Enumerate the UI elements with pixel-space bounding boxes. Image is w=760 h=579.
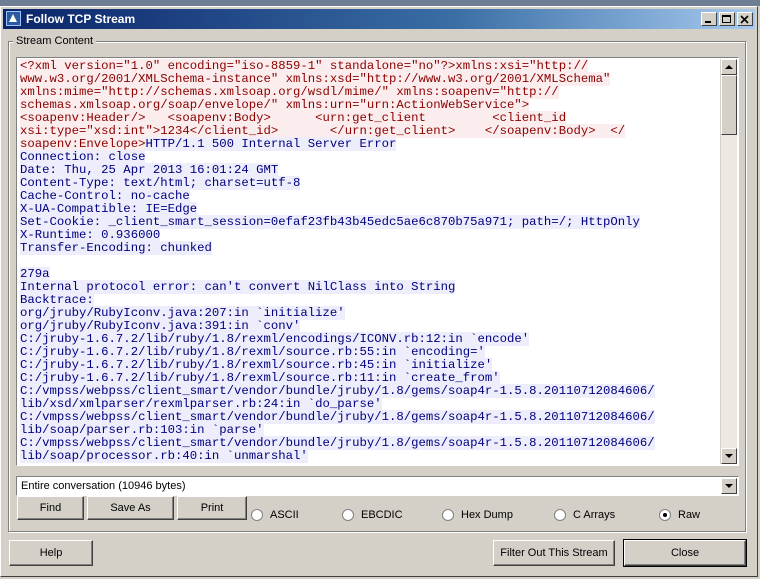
conversation-dropdown-button[interactable]: [721, 478, 737, 494]
server-text: 279a: [20, 267, 50, 281]
server-text: Connection: close: [20, 150, 146, 164]
server-text: C:/jruby-1.6.7.2/lib/ruby/1.8/rexml/sour…: [20, 358, 493, 372]
print-button[interactable]: Print: [177, 496, 247, 520]
close-window-button[interactable]: [737, 12, 753, 26]
conversation-select[interactable]: Entire conversation (10946 bytes): [16, 476, 739, 496]
server-text: C:/jruby-1.6.7.2/lib/ruby/1.8/rexml/sour…: [20, 345, 485, 359]
close-icon: [740, 15, 749, 24]
client-text: <soapenv:Header/> <soapenv:Body> <urn:ge…: [20, 111, 567, 125]
server-text: org/jruby/RubyIconv.java:207:in `initial…: [20, 306, 345, 320]
client-text: schemas.xmlsoap.org/soap/envelope/" xmln…: [20, 98, 530, 112]
client-text: <?xml version="1.0" encoding="iso-8859-1…: [20, 59, 589, 73]
maximize-button[interactable]: [719, 12, 735, 26]
client-text: xsi:type="xsd:int">1234</client_id> </ur…: [20, 124, 626, 138]
server-text: Date: Thu, 25 Apr 2013 16:01:24 GMT: [20, 163, 279, 177]
stream-line: lib/soap/processor.rb:40:in `unmarshal': [20, 449, 720, 463]
client-text: xmlns:mime="http://schemas.xmlsoap.org/w…: [20, 85, 559, 99]
server-text: C:/vmpss/webpss/client_smart/vendor/bund…: [20, 410, 655, 424]
server-text: X-Runtime: 0.936000: [20, 228, 161, 242]
scroll-up-button[interactable]: [721, 59, 737, 75]
server-text: Set-Cookie: _client_smart_session=0efaf2…: [20, 215, 640, 229]
wireshark-fin-icon: [6, 11, 21, 26]
server-text: lib/soap/parser.rb:103:in `parse': [20, 423, 264, 437]
vertical-scrollbar[interactable]: [720, 59, 737, 464]
server-text: C:/vmpss/webpss/client_smart/vendor/bund…: [20, 384, 655, 398]
chevron-down-icon: [725, 484, 733, 488]
server-text: Content-Type: text/html; charset=utf-8: [20, 176, 301, 190]
minimize-icon: [705, 21, 711, 23]
follow-tcp-stream-window: Follow TCP Stream Stream Content <?xml v…: [0, 6, 758, 577]
server-text: Backtrace:: [20, 293, 94, 307]
find-button[interactable]: Find: [17, 496, 84, 520]
server-text: C:/jruby-1.6.7.2/lib/ruby/1.8/rexml/enco…: [20, 332, 530, 346]
server-text: org/jruby/RubyIconv.java:391:in `conv': [20, 319, 301, 333]
server-text: C:/vmpss/webpss/client_smart/vendor/bund…: [20, 436, 655, 450]
server-text: Transfer-Encoding: chunked: [20, 241, 212, 255]
radio-selected-dot: [663, 513, 667, 517]
server-text: C:/jruby-1.6.7.2/lib/ruby/1.8/rexml/sour…: [20, 371, 500, 385]
server-text: lib/xsd/xmlparser/rexmlparser.rb:24:in `…: [20, 397, 382, 411]
scroll-up-icon: [725, 65, 733, 69]
stream-text: <?xml version="1.0" encoding="iso-8859-1…: [20, 59, 720, 463]
stream-line: [20, 255, 720, 268]
minimize-button[interactable]: [701, 12, 717, 26]
stream-content-label: Stream Content: [13, 35, 97, 47]
scroll-down-icon: [725, 454, 733, 458]
stream-content-textarea[interactable]: <?xml version="1.0" encoding="iso-8859-1…: [16, 57, 739, 466]
server-text: Cache-Control: no-cache: [20, 189, 190, 203]
client-segment: soapenv:Envelope>: [20, 137, 146, 151]
conversation-select-value: Entire conversation (10946 bytes): [21, 480, 186, 492]
close-button[interactable]: Close: [623, 539, 747, 567]
window-title: Follow TCP Stream: [26, 12, 136, 26]
stream-line: Internal protocol error: can't convert N…: [20, 280, 720, 294]
server-text: X-UA-Compatible: IE=Edge: [20, 202, 198, 216]
scroll-thumb[interactable]: [721, 75, 737, 135]
server-text: lib/soap/processor.rb:40:in `unmarshal': [20, 449, 308, 463]
help-button[interactable]: Help: [9, 540, 93, 566]
maximize-icon: [722, 15, 731, 23]
title-bar[interactable]: Follow TCP Stream: [3, 9, 755, 29]
server-segment: HTTP/1.1 500 Internal Server Error: [145, 137, 397, 151]
client-text: www.w3.org/2001/XMLSchema-instance" xmln…: [20, 72, 611, 86]
stream-line: Transfer-Encoding: chunked: [20, 241, 720, 255]
scroll-down-button[interactable]: [721, 448, 737, 464]
server-text: Internal protocol error: can't convert N…: [20, 280, 456, 294]
save-as-button[interactable]: Save As: [87, 496, 174, 520]
filter-out-stream-button[interactable]: Filter Out This Stream: [493, 540, 615, 566]
